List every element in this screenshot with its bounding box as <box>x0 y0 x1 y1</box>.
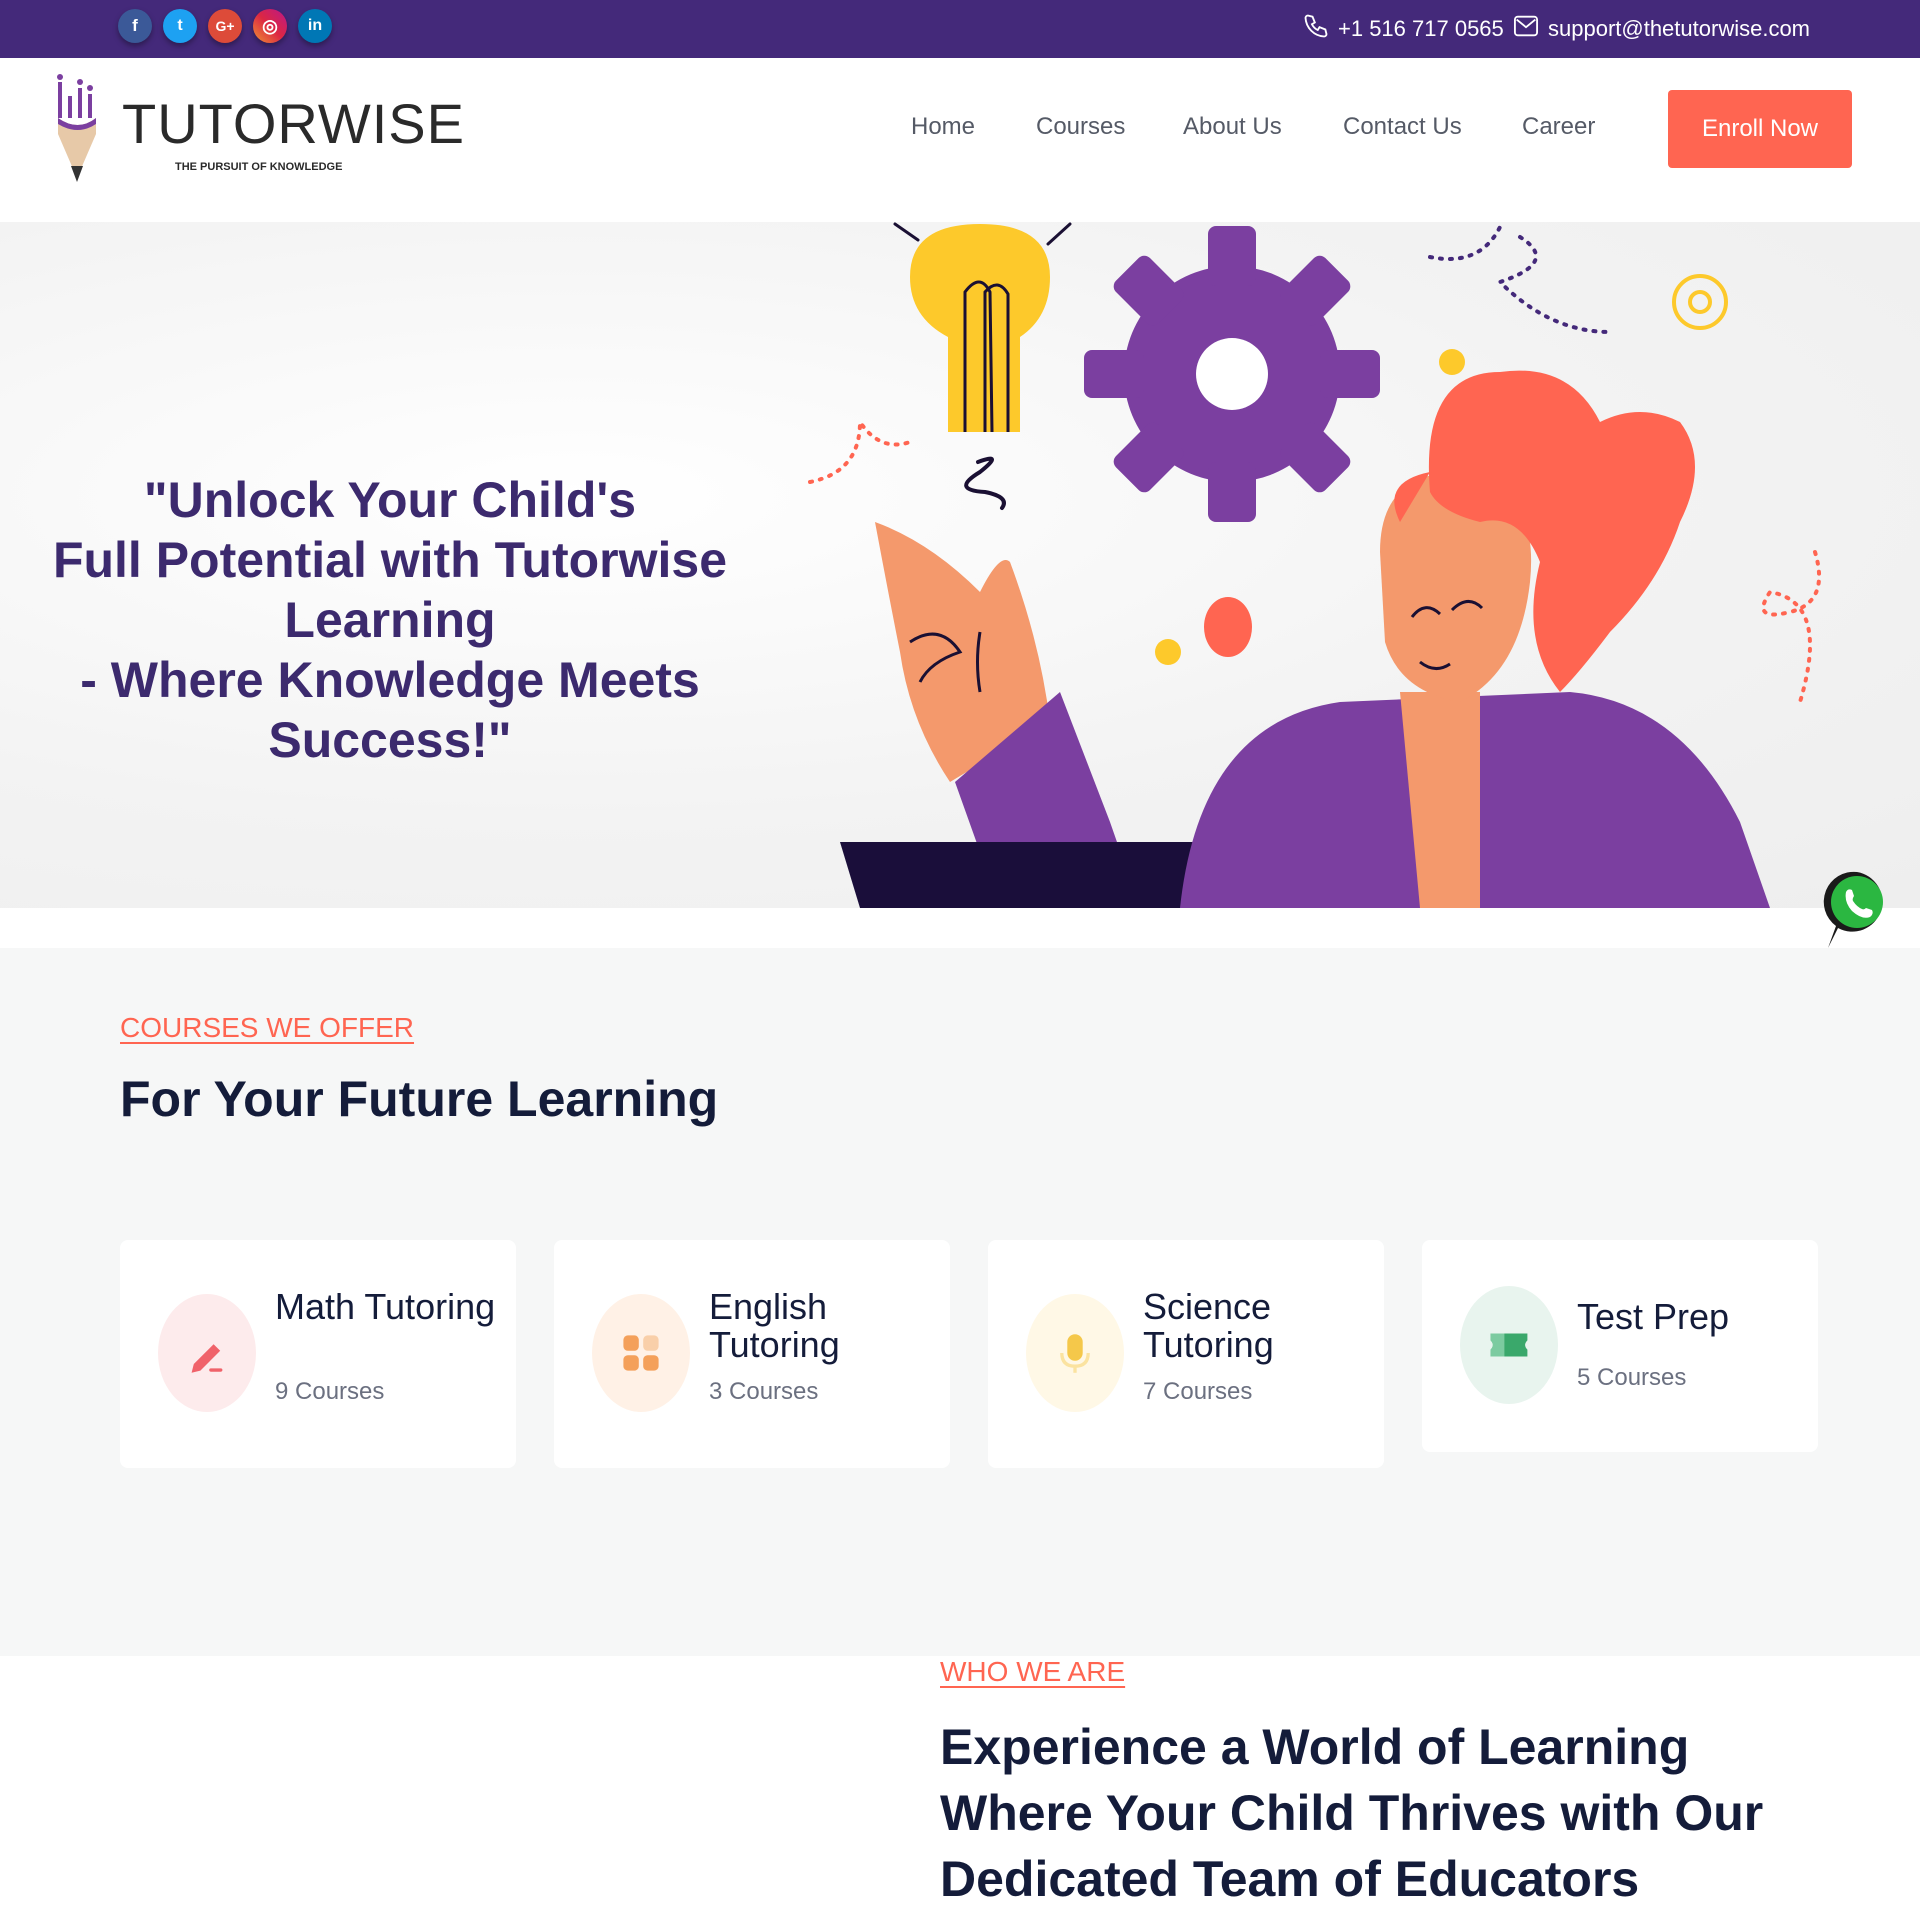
whatsapp-chat-button[interactable] <box>1822 868 1892 954</box>
site-header: TUTORWISE THE PURSUIT OF KNOWLEDGE Home … <box>0 58 1920 222</box>
microphone-icon <box>1026 1294 1124 1412</box>
course-count: 3 Courses <box>709 1378 819 1405</box>
mail-icon <box>1512 12 1540 46</box>
email-address: support@thetutorwise.com <box>1548 16 1811 41</box>
logo-wordmark[interactable]: TUTORWISE <box>122 96 465 152</box>
course-count: 7 Courses <box>1143 1378 1253 1405</box>
course-title: Math Tutoring <box>275 1286 496 1327</box>
hero-headline: "Unlock Your Child's Full Potential with… <box>0 470 800 770</box>
course-count: 9 Courses <box>275 1378 385 1405</box>
logo-pencil-icon[interactable] <box>54 74 106 186</box>
ticket-icon <box>1460 1286 1558 1404</box>
course-title: English Tutoring <box>709 1286 840 1365</box>
courses-eyebrow: COURSES WE OFFER <box>120 1012 415 1043</box>
courses-title: For Your Future Learning <box>120 1071 719 1127</box>
hero-line-1: "Unlock Your Child's <box>143 472 637 528</box>
course-count: 5 Courses <box>1577 1364 1687 1391</box>
grid-icon <box>592 1294 690 1412</box>
nav-career[interactable]: Career <box>1522 113 1595 141</box>
course-card-science[interactable]: Science Tutoring 7 Courses <box>988 1240 1384 1468</box>
phone-icon <box>1302 12 1330 46</box>
facebook-icon[interactable]: f <box>118 9 152 43</box>
email-contact[interactable]: support@thetutorwise.com <box>1512 10 1810 48</box>
nav-courses[interactable]: Courses <box>1036 113 1125 141</box>
google-plus-icon[interactable]: G+ <box>208 9 242 43</box>
nav-home[interactable]: Home <box>911 113 975 141</box>
top-bar: f t G+ ◎ in +1 516 717 0565 support@thet… <box>0 0 1920 58</box>
who-title: Experience a World of Learning Where You… <box>940 1719 1764 1907</box>
hero-line-2: Full Potential with Tutorwise Learning <box>52 532 728 648</box>
nav-contact-us[interactable]: Contact Us <box>1343 113 1462 141</box>
instagram-icon[interactable]: ◎ <box>253 9 287 43</box>
who-we-are-section: WHO WE ARE Experience a World of Learnin… <box>0 1656 1920 1920</box>
logo-tagline: THE PURSUIT OF KNOWLEDGE <box>175 161 343 173</box>
phone-number: +1 516 717 0565 <box>1338 16 1504 41</box>
hero-section: "Unlock Your Child's Full Potential with… <box>0 222 1920 908</box>
course-card-english[interactable]: English Tutoring 3 Courses <box>554 1240 950 1468</box>
course-card-math[interactable]: Math Tutoring 9 Courses <box>120 1240 516 1468</box>
enroll-now-button[interactable]: Enroll Now <box>1668 90 1852 168</box>
course-title: Science Tutoring <box>1143 1286 1274 1365</box>
whatsapp-icon <box>1823 871 1883 948</box>
hero-line-3: - Where Knowledge Meets Success!" <box>80 652 700 768</box>
linkedin-icon[interactable]: in <box>298 9 332 43</box>
twitter-icon[interactable]: t <box>163 9 197 43</box>
who-eyebrow: WHO WE ARE <box>940 1656 1126 1687</box>
course-card-test-prep[interactable]: Test Prep 5 Courses <box>1422 1240 1818 1452</box>
nav-about-us[interactable]: About Us <box>1183 113 1282 141</box>
courses-section: COURSES WE OFFER For Your Future Learnin… <box>0 948 1920 1656</box>
phone-contact[interactable]: +1 516 717 0565 <box>1302 10 1504 48</box>
pencil-icon <box>158 1294 256 1412</box>
hero-illustration <box>808 222 1822 908</box>
course-title: Test Prep <box>1577 1296 1730 1337</box>
